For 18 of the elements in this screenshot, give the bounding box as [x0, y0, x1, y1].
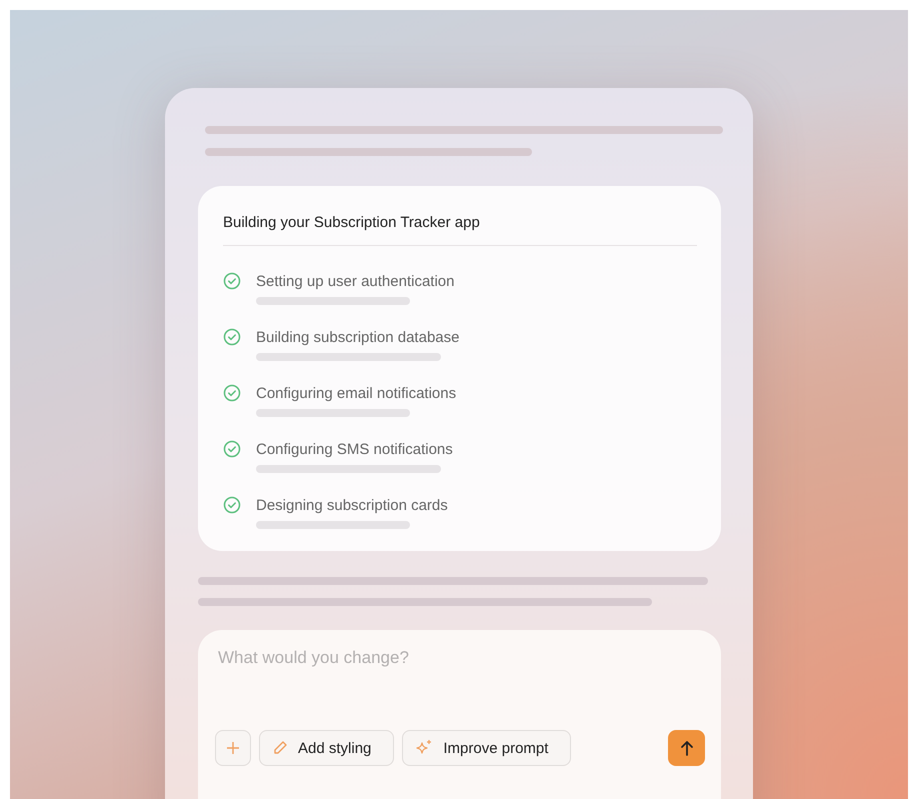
check-circle-icon	[223, 328, 241, 346]
check-circle-icon	[223, 440, 241, 458]
step-label: Configuring email notifications	[256, 384, 458, 402]
action-button[interactable]: Add styling	[259, 730, 394, 766]
prompt-input[interactable]: What would you change?	[215, 648, 705, 668]
step-label: Designing subscription cards	[256, 496, 449, 514]
step-label: Setting up user authentication	[256, 272, 456, 290]
pencil-icon	[272, 740, 288, 756]
step-label: Building subscription database	[256, 328, 460, 346]
step-label: Configuring SMS notifications	[256, 440, 454, 458]
plus-icon	[226, 741, 240, 755]
send-button[interactable]	[668, 730, 705, 766]
check-circle-icon	[223, 496, 241, 514]
card-title: Building your Subscription Tracker app	[223, 214, 697, 246]
action-button[interactable]: Improve prompt	[402, 730, 572, 766]
arrow-up-icon	[680, 740, 694, 756]
check-circle-icon	[223, 272, 241, 290]
check-circle-icon	[223, 384, 241, 402]
